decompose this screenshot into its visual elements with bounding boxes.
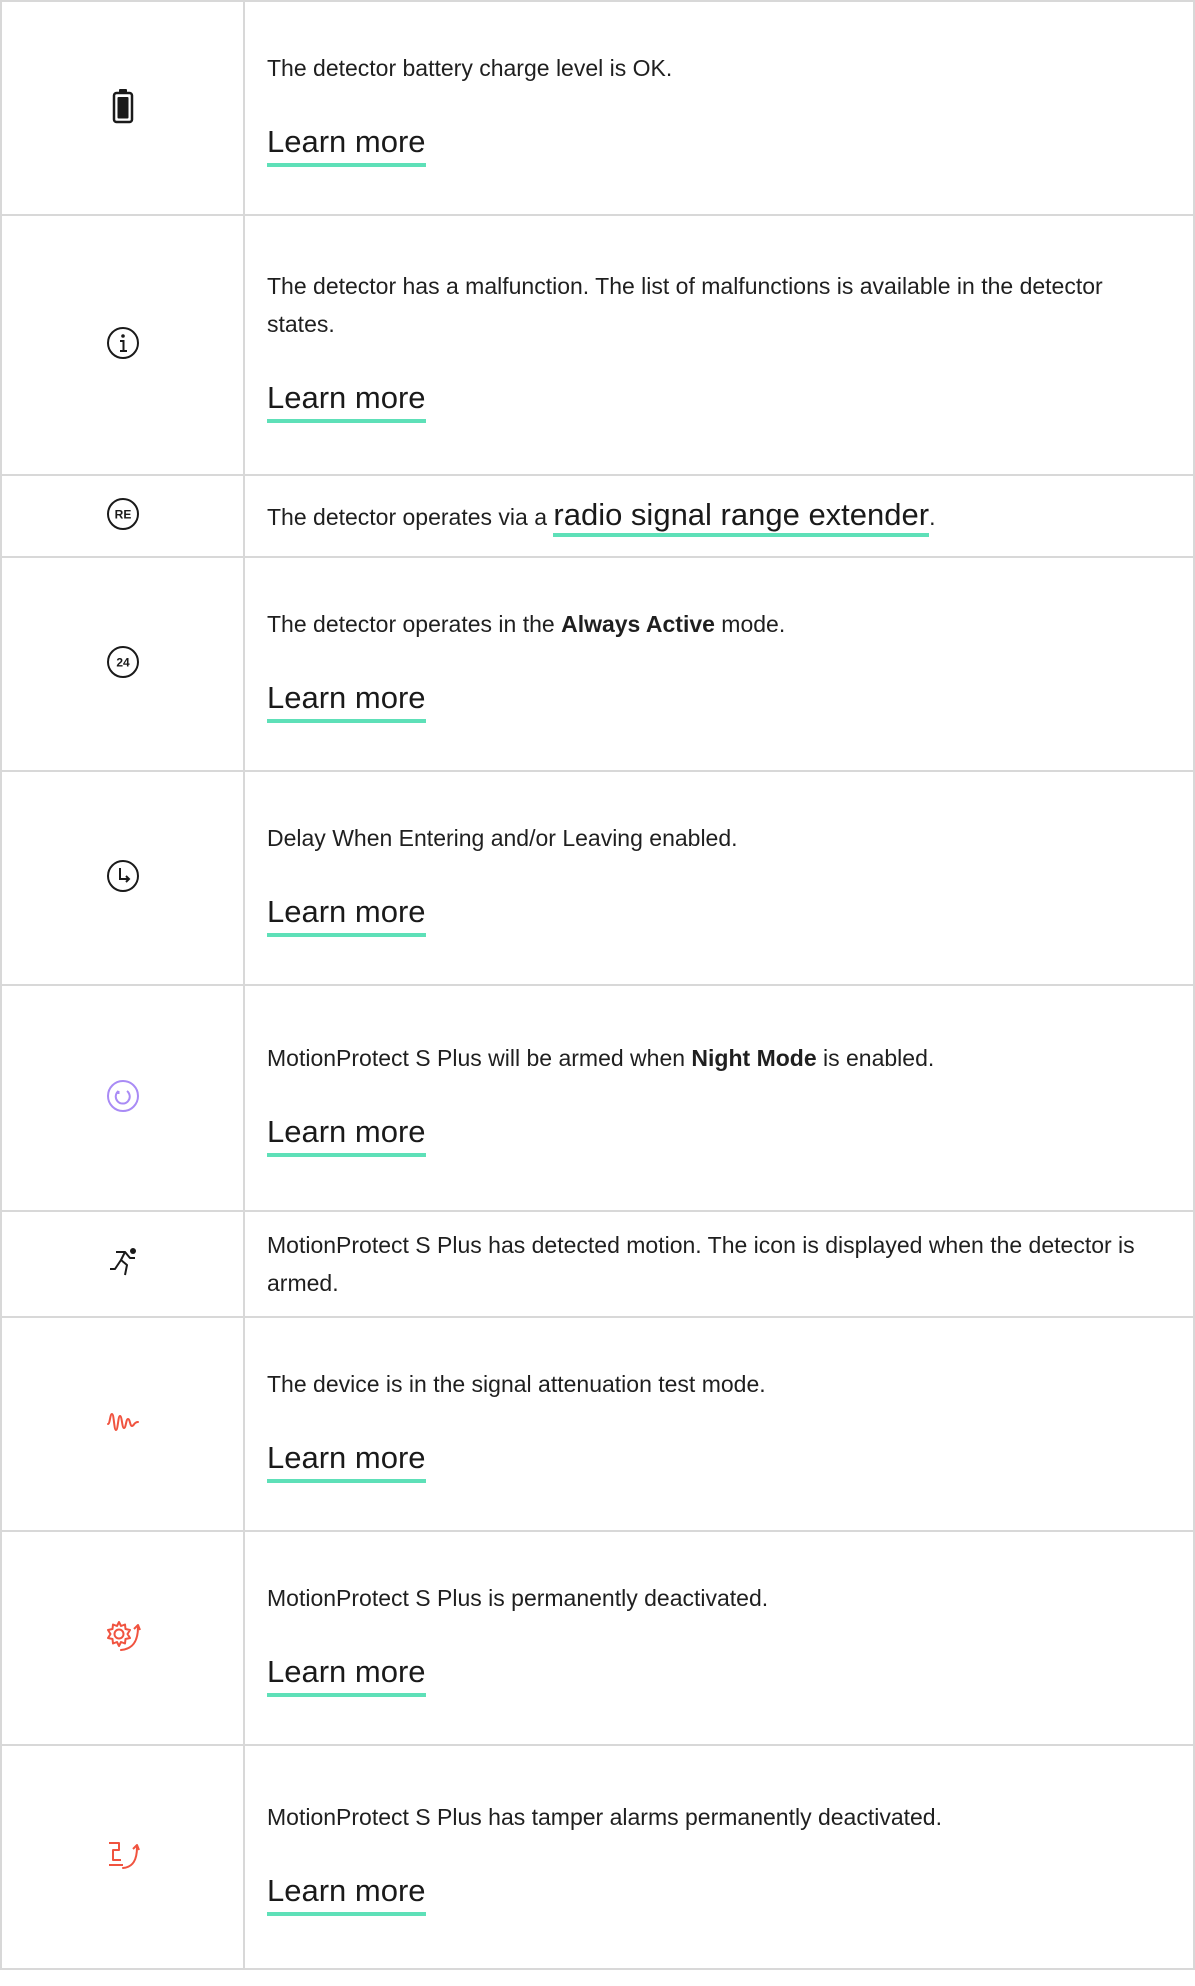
table-row: MotionProtect S Plus will be armed when …	[0, 984, 1195, 1212]
icon-cell	[0, 1210, 245, 1318]
delay-clock-icon	[106, 859, 140, 893]
icon-cell	[0, 1530, 245, 1746]
row-bold-text: Night Mode	[691, 1045, 817, 1071]
text-cell: The detector operates in the Always Acti…	[243, 556, 1195, 772]
row-description: MotionProtect S Plus has tamper alarms p…	[267, 1804, 942, 1830]
text-cell: MotionProtect S Plus will be armed when …	[243, 984, 1195, 1212]
row-text-after: is enabled.	[816, 1045, 935, 1071]
row-bold-text: Always Active	[561, 611, 715, 637]
learn-more-link[interactable]: Learn more	[267, 1872, 426, 1916]
table-row: RE The detector operates via a radio sig…	[0, 474, 1195, 558]
table-row: The detector has a malfunction. The list…	[0, 214, 1195, 476]
text-cell: MotionProtect S Plus is permanently deac…	[243, 1530, 1195, 1746]
icon-cell	[0, 0, 245, 216]
table-row: MotionProtect S Plus has detected motion…	[0, 1210, 1195, 1318]
signal-attenuation-icon	[106, 1410, 140, 1434]
text-cell: MotionProtect S Plus has detected motion…	[243, 1210, 1195, 1318]
row-description: MotionProtect S Plus has detected motion…	[267, 1232, 1135, 1296]
range-extender-icon-label: RE	[114, 507, 131, 521]
always-active-icon-label: 24	[116, 655, 130, 669]
row-text-after: mode.	[714, 611, 786, 637]
icon-cell	[0, 1744, 245, 1970]
learn-more-link[interactable]: Learn more	[267, 893, 426, 937]
learn-more-link[interactable]: Learn more	[267, 379, 426, 423]
table-row: Delay When Entering and/or Leaving enabl…	[0, 770, 1195, 986]
learn-more-link[interactable]: Learn more	[267, 1113, 426, 1157]
icon-cell	[0, 214, 245, 476]
learn-more-link[interactable]: Learn more	[267, 679, 426, 723]
row-description: The detector has a malfunction. The list…	[267, 273, 1103, 337]
night-mode-icon	[106, 1079, 140, 1113]
text-cell: The detector battery charge level is OK.…	[243, 0, 1195, 216]
range-extender-link[interactable]: radio signal range extender	[553, 497, 930, 537]
text-cell: Delay When Entering and/or Leaving enabl…	[243, 770, 1195, 986]
table-row: The detector battery charge level is OK.…	[0, 0, 1195, 216]
row-description: MotionProtect S Plus is permanently deac…	[267, 1585, 769, 1611]
row-description: The device is in the signal attenuation …	[267, 1371, 766, 1397]
table-row: MotionProtect S Plus is permanently deac…	[0, 1530, 1195, 1746]
table-row: The device is in the signal attenuation …	[0, 1316, 1195, 1532]
table-row: 24 The detector operates in the Always A…	[0, 556, 1195, 772]
learn-more-link[interactable]: Learn more	[267, 1439, 426, 1483]
info-icon	[106, 326, 140, 360]
icons-table: The detector battery charge level is OK.…	[0, 0, 1195, 1970]
text-cell: The detector operates via a radio signal…	[243, 474, 1195, 558]
text-cell: MotionProtect S Plus has tamper alarms p…	[243, 1744, 1195, 1970]
table-row: MotionProtect S Plus has tamper alarms p…	[0, 1744, 1195, 1970]
icon-cell: RE	[0, 474, 245, 558]
icon-cell	[0, 770, 245, 986]
icon-cell	[0, 1316, 245, 1532]
row-description: MotionProtect S Plus will be armed when …	[267, 1039, 1171, 1077]
row-text-before: MotionProtect S Plus will be armed when	[267, 1045, 692, 1071]
icon-cell: 24	[0, 556, 245, 772]
learn-more-link[interactable]: Learn more	[267, 123, 426, 167]
permanently-deactivated-icon	[105, 1619, 141, 1653]
range-extender-icon: RE	[106, 497, 140, 531]
motion-detected-icon	[106, 1245, 140, 1279]
row-description: The detector operates in the Always Acti…	[267, 605, 1171, 643]
learn-more-link[interactable]: Learn more	[267, 1653, 426, 1697]
row-text-after: .	[929, 504, 936, 530]
icon-cell	[0, 984, 245, 1212]
text-cell: The device is in the signal attenuation …	[243, 1316, 1195, 1532]
row-text-before: The detector operates in the	[267, 611, 562, 637]
row-description: Delay When Entering and/or Leaving enabl…	[267, 825, 738, 851]
row-description: The detector operates via a radio signal…	[267, 496, 1171, 537]
tamper-deactivated-icon	[105, 1838, 141, 1872]
always-active-icon: 24	[106, 645, 140, 679]
row-description: The detector battery charge level is OK.	[267, 55, 673, 81]
text-cell: The detector has a malfunction. The list…	[243, 214, 1195, 476]
battery-icon	[112, 88, 134, 124]
row-text-before: The detector operates via a	[267, 504, 554, 530]
